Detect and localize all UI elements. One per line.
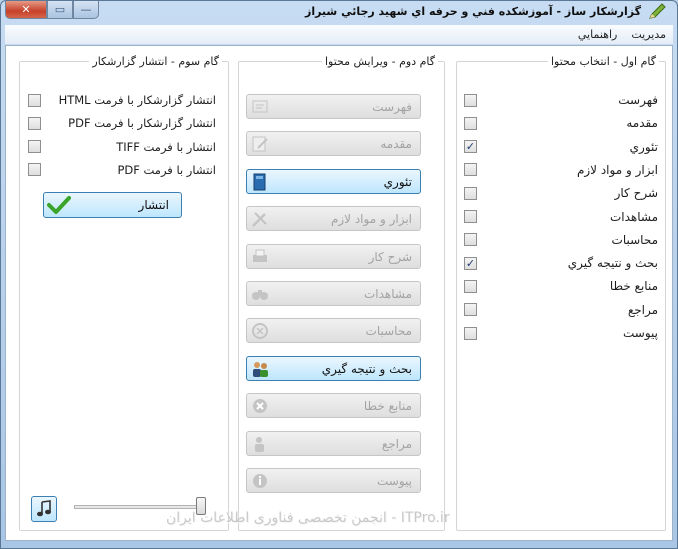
menu-manage[interactable]: مديريت [624, 28, 673, 41]
watermark-text: ITPro.ir - انجمن تخصصی فناوری اطلاعات ای… [166, 510, 450, 526]
step1-item-label: بحث و نتيجه گيري [567, 256, 658, 271]
publish-format-label: انتشار با فرمت TIFF [116, 139, 216, 154]
edit-section-label: مشاهدات [363, 287, 412, 301]
checkmark-icon [47, 196, 71, 214]
reference-icon [250, 434, 270, 454]
window-title: گزارشکار ساز - آموزشکده فني و حرفه اي شه… [304, 5, 641, 18]
step1-checkbox[interactable] [464, 93, 477, 107]
printer-icon [250, 247, 270, 267]
edit-section-button[interactable]: بحث و نتيجه گيري [246, 355, 421, 381]
edit-section-button[interactable]: مشاهدات [246, 281, 421, 306]
step1-item-label: ابزار و مواد لازم [576, 162, 658, 177]
edit-section-button[interactable]: شرح کار [246, 243, 421, 269]
edit-section-button[interactable]: پيوست [246, 468, 421, 493]
main-panel: گام اول - انتخاب محتوا فهرست مقدمه تئوري ✓ ا… [5, 45, 673, 541]
step1-item[interactable]: پيوست [464, 323, 658, 343]
step1-item-label: شرح کار [614, 186, 658, 201]
publish-format-option[interactable]: انتشار گزارشکار با فرمت HTML [28, 90, 216, 110]
step1-checkbox[interactable] [464, 163, 477, 177]
edit-section-label: تئوري [383, 174, 412, 189]
publish-format-checkbox[interactable] [28, 140, 41, 154]
step1-checkbox[interactable] [464, 303, 477, 317]
publish-format-checkbox[interactable] [28, 93, 41, 107]
step1-checkbox[interactable] [464, 116, 477, 130]
edit-section-button[interactable]: فهرست [246, 94, 421, 119]
step1-item[interactable]: مشاهدات [464, 207, 658, 227]
step1-item[interactable]: منابع خطا [464, 276, 658, 296]
step1-checkbox[interactable] [464, 186, 477, 200]
step1-item-label: فهرست [618, 93, 658, 107]
publish-label: انتشار [138, 198, 169, 212]
step1-checkbox[interactable] [464, 233, 477, 247]
edit-section-label: محاسبات [365, 324, 412, 339]
minimize-button[interactable]: — [73, 1, 99, 19]
step1-item-label: منابع خطا [609, 279, 658, 294]
step1-item[interactable]: شرح کار [464, 183, 658, 203]
binoculars-icon [250, 284, 270, 304]
edit-section-label: بحث و نتيجه گيري [321, 361, 412, 376]
step1-item[interactable]: فهرست [464, 90, 658, 110]
publish-format-label: انتشار با فرمت PDF [117, 162, 216, 177]
step3-legend: گام سوم - انتشار گزارشکار [92, 55, 219, 68]
music-note-icon [37, 500, 51, 517]
publish-format-checkbox[interactable] [28, 116, 41, 130]
publish-button[interactable]: انتشار [43, 192, 182, 218]
step1-item-label: پيوست [623, 326, 658, 340]
step1-item[interactable]: مقدمه [464, 113, 658, 133]
window-controls: ✕ ▭ — [5, 1, 99, 19]
edit-section-button[interactable]: محاسبات [246, 318, 421, 344]
app-window: ✕ ▭ — گزارشکار ساز - آموزشکده فني و حرفه… [0, 0, 678, 549]
step1-checkbox[interactable] [464, 210, 477, 223]
step1-item-label: تئوري [629, 139, 658, 154]
step1-item-label: محاسبات [611, 232, 658, 247]
step1-item-label: مراجع [627, 302, 658, 317]
edit-section-button[interactable]: مراجع [246, 430, 421, 456]
edit-section-label: فهرست [372, 100, 412, 114]
step1-checkbox[interactable]: ✓ [464, 256, 477, 270]
step1-item[interactable]: ابزار و مواد لازم [464, 160, 658, 180]
step1-item-label: مقدمه [626, 116, 658, 131]
info-icon [250, 471, 270, 491]
edit-section-label: مقدمه [380, 137, 412, 152]
edit-section-label: مراجع [381, 436, 412, 451]
step1-checkbox[interactable]: ✓ [464, 140, 477, 154]
error-icon [250, 396, 270, 416]
publish-format-option[interactable]: انتشار با فرمت TIFF [28, 137, 216, 157]
edit-section-button[interactable]: ابزار و مواد لازم [246, 206, 421, 232]
music-button[interactable] [31, 496, 57, 522]
publish-format-option[interactable]: انتشار گزارشکار با فرمت PDF [28, 113, 216, 133]
edit-section-label: ابزار و مواد لازم [330, 212, 412, 227]
publish-format-label: انتشار گزارشکار با فرمت PDF [68, 116, 216, 131]
step1-checkbox[interactable] [464, 279, 477, 293]
calculator-icon [250, 321, 270, 341]
publish-format-label: انتشار گزارشکار با فرمت HTML [58, 93, 216, 107]
step1-item[interactable]: بحث و نتيجه گيري ✓ [464, 253, 658, 273]
volume-slider-track[interactable] [74, 505, 206, 509]
edit-icon [250, 134, 270, 154]
step1-legend: گام اول - انتخاب محتوا [550, 55, 656, 68]
edit-section-button[interactable]: تئوري [246, 168, 421, 194]
publish-format-checkbox[interactable] [28, 163, 41, 177]
menu-help[interactable]: راهنمايي [571, 28, 624, 41]
step1-item-label: مشاهدات [609, 209, 658, 224]
publish-format-option[interactable]: انتشار با فرمت PDF [28, 160, 216, 180]
list-icon [250, 97, 270, 117]
step1-item[interactable]: محاسبات [464, 230, 658, 250]
step1-item[interactable]: مراجع [464, 300, 658, 320]
menu-bar: مديريت راهنمايي [5, 25, 673, 44]
users-icon [250, 359, 270, 379]
pencil-icon [649, 3, 666, 19]
edit-section-label: پيوست [377, 474, 412, 488]
edit-section-label: منابع خطا [363, 399, 412, 414]
edit-section-label: شرح کار [368, 249, 412, 264]
maximize-button[interactable]: ▭ [47, 1, 73, 19]
step1-item[interactable]: تئوري ✓ [464, 137, 658, 157]
book-icon [250, 172, 270, 192]
edit-section-button[interactable]: مقدمه [246, 131, 421, 157]
step1-checkbox[interactable] [464, 326, 477, 340]
title-bar: ✕ ▭ — گزارشکار ساز - آموزشکده فني و حرفه… [1, 1, 677, 23]
tools-icon [250, 209, 270, 229]
close-button[interactable]: ✕ [5, 1, 47, 19]
edit-section-button[interactable]: منابع خطا [246, 393, 421, 419]
